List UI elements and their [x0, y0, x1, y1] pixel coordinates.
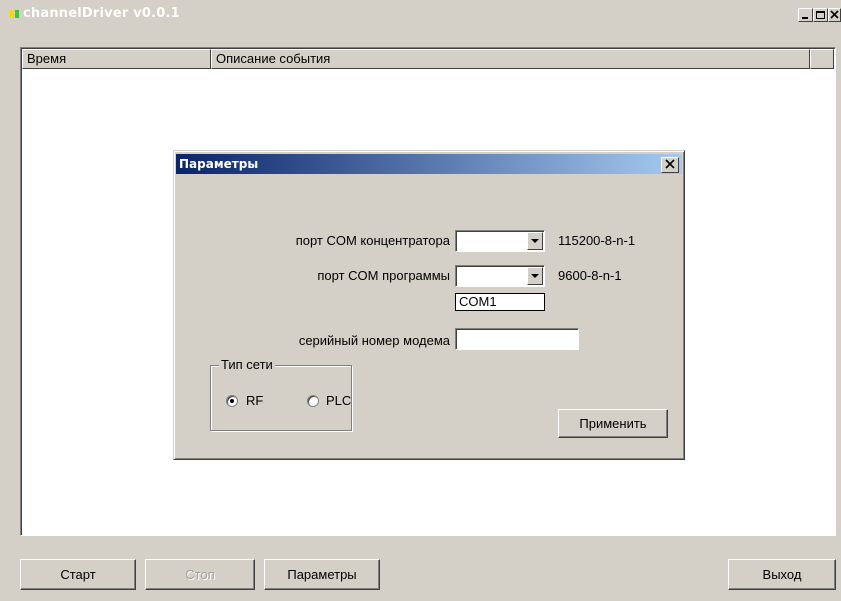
app-port-select[interactable]: [455, 265, 545, 287]
chevron-down-icon[interactable]: [527, 267, 543, 285]
start-button[interactable]: Старт: [20, 559, 136, 590]
apply-button[interactable]: Применить: [558, 409, 668, 438]
modem-serial-input[interactable]: [455, 328, 579, 350]
parameters-button[interactable]: Параметры: [264, 559, 380, 590]
hub-port-label: порт COM концентратора: [295, 233, 450, 248]
app-port-info: 9600-8-n-1: [558, 268, 622, 283]
modem-serial-label: серийный номер модема: [298, 333, 450, 348]
close-icon[interactable]: [828, 8, 841, 22]
minimize-icon[interactable]: [798, 8, 813, 22]
exit-button[interactable]: Выход: [728, 559, 836, 590]
hub-port-select[interactable]: [455, 230, 545, 252]
window-title: channelDriver v0.0.1: [23, 6, 180, 21]
stop-button[interactable]: Стоп: [145, 559, 255, 590]
chevron-down-icon[interactable]: [527, 232, 543, 250]
network-type-plc-label[interactable]: PLC: [326, 393, 351, 408]
network-type-rf-radio[interactable]: [226, 395, 238, 407]
column-header-filler: [810, 49, 834, 69]
column-header-description[interactable]: Описание события: [211, 49, 810, 69]
dialog-title: Параметры: [179, 157, 259, 171]
column-header-time[interactable]: Время: [22, 49, 211, 69]
app-port-dropdown-option[interactable]: COM1: [455, 293, 545, 311]
hub-port-info: 115200-8-n-1: [558, 233, 636, 248]
network-type-caption: Тип сети: [219, 357, 275, 372]
app-logo-icon: [10, 10, 20, 18]
app-port-label: порт COM программы: [317, 268, 450, 283]
network-type-plc-radio[interactable]: [307, 395, 319, 407]
network-type-rf-label[interactable]: RF: [246, 393, 263, 408]
radio-selected-dot: [230, 399, 234, 403]
maximize-icon[interactable]: [813, 8, 828, 22]
dialog-close-icon[interactable]: [661, 157, 679, 173]
